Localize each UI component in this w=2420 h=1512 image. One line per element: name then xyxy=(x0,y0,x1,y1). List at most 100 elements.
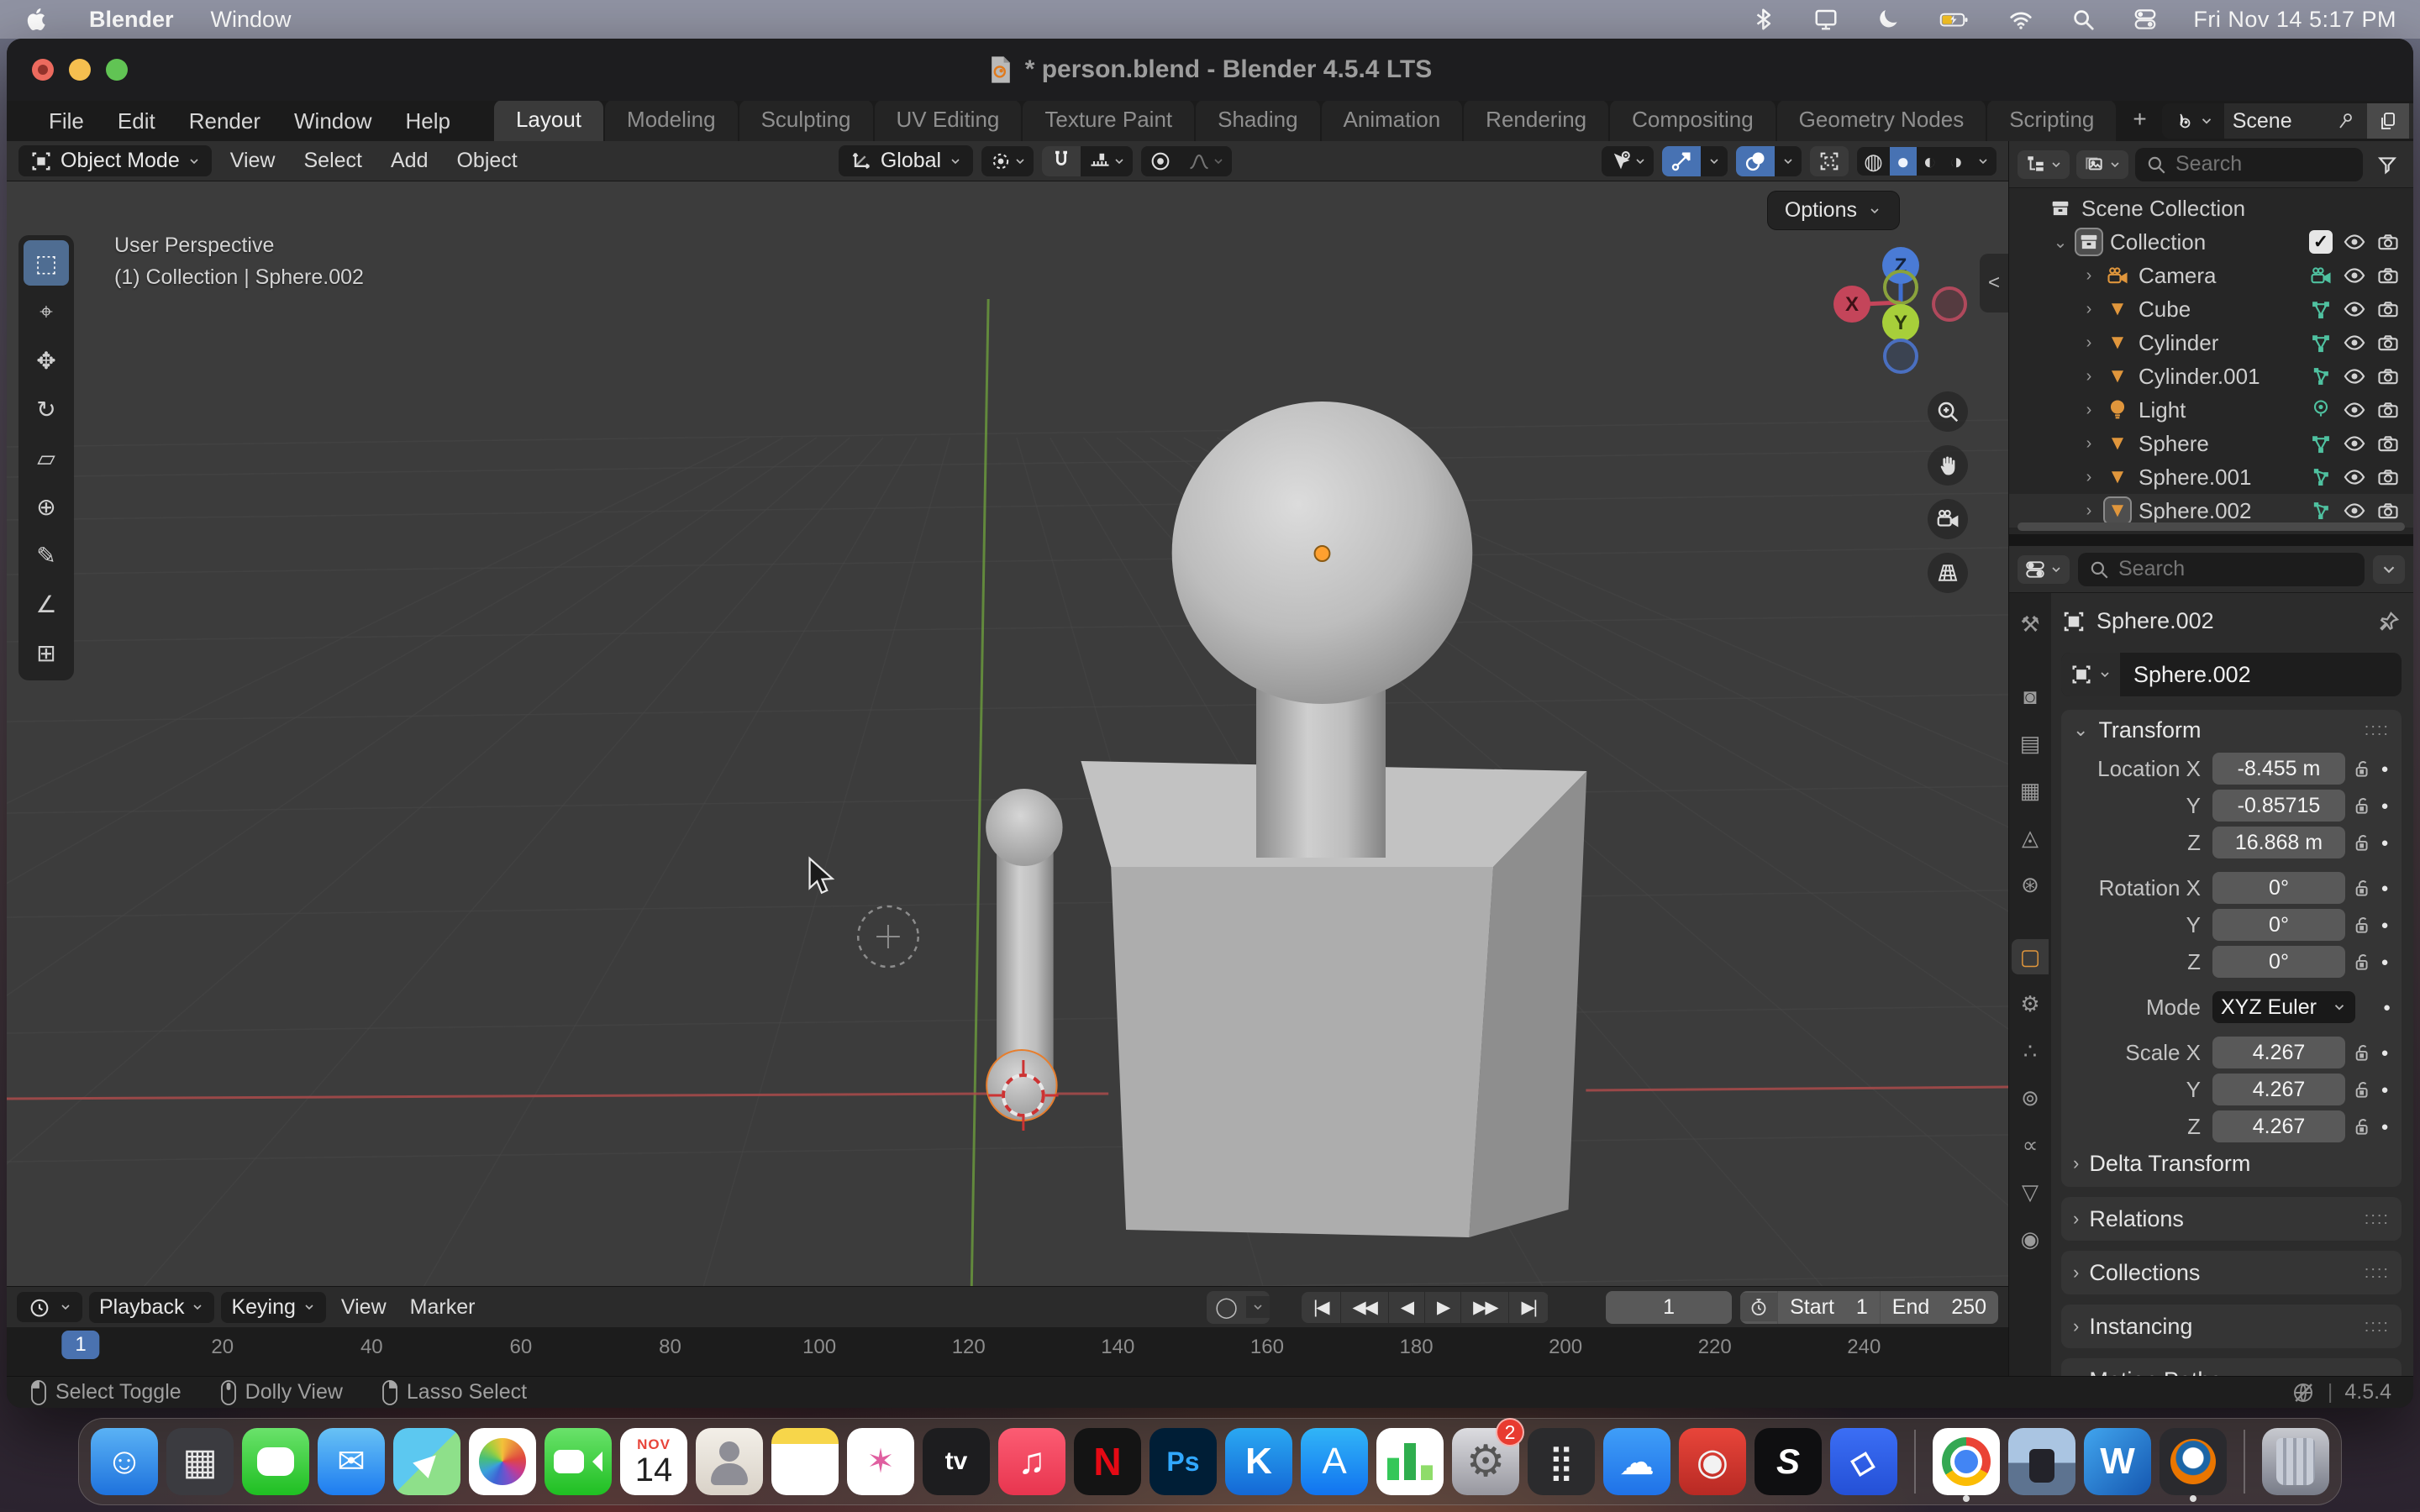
hide-in-viewport-icon[interactable] xyxy=(2338,365,2371,388)
lock-icon[interactable] xyxy=(2345,1116,2375,1137)
shading-rendered-button[interactable]: ◑ xyxy=(1943,147,1970,176)
tab-animation[interactable]: Animation xyxy=(1322,100,1463,141)
moon-icon[interactable] xyxy=(1874,7,1902,32)
play-button[interactable]: ▶ xyxy=(1425,1292,1461,1323)
dock-roblox-icon[interactable]: ◇ xyxy=(1830,1428,1897,1495)
properties-options-dropdown[interactable] xyxy=(2373,555,2405,584)
menubar-menu-window[interactable]: Window xyxy=(211,7,292,33)
playback-menu[interactable]: Playback xyxy=(89,1292,214,1323)
outliner-row-collection[interactable]: ⌄Collection✓ xyxy=(2009,225,2413,259)
tool-cursor[interactable]: ⌖ xyxy=(24,289,69,334)
object-type-dropdown[interactable] xyxy=(2061,653,2120,696)
lock-icon[interactable] xyxy=(2345,795,2375,816)
outliner-row-sphere-001[interactable]: ›▼Sphere.001 xyxy=(2009,460,2413,494)
dock-messages-icon[interactable] xyxy=(242,1428,309,1495)
battery-icon[interactable] xyxy=(1936,7,1973,32)
disable-in-renders-icon[interactable] xyxy=(2371,331,2405,354)
dock-netflix-icon[interactable]: N xyxy=(1074,1428,1141,1495)
scale-value-field[interactable]: 4.267 xyxy=(2212,1110,2345,1142)
tab-modifiers[interactable]: ⚙ xyxy=(2012,986,2049,1021)
play-reverse-button[interactable]: ◀ xyxy=(1389,1292,1425,1323)
tab-scene[interactable]: ◬ xyxy=(2012,820,2049,855)
minimize-window-button[interactable] xyxy=(69,59,91,81)
hide-in-viewport-icon[interactable] xyxy=(2338,331,2371,354)
tab-output[interactable]: ▤ xyxy=(2012,726,2049,761)
outliner-row-cylinder-001[interactable]: ›▼Cylinder.001 xyxy=(2009,360,2413,393)
location-value-field[interactable]: 16.868 m xyxy=(2212,827,2345,858)
ortho-grid-icon[interactable] xyxy=(1928,553,1968,593)
outliner-row-cylinder[interactable]: ›▼Cylinder xyxy=(2009,326,2413,360)
delta-transform-header[interactable]: › Delta Transform xyxy=(2061,1145,2402,1182)
dock-contacts-icon[interactable] xyxy=(696,1428,763,1495)
disable-in-renders-icon[interactable] xyxy=(2371,365,2405,388)
shading-material-button[interactable]: ◐ xyxy=(1917,147,1944,176)
animate-dot[interactable]: ● xyxy=(2375,762,2395,776)
editor-type-dropdown[interactable] xyxy=(17,1292,82,1322)
viewport-menu-object[interactable]: Object xyxy=(446,145,527,176)
sidebar-collapse-arrow[interactable]: < xyxy=(1980,254,2008,312)
outliner-row-sphere[interactable]: ›▼Sphere xyxy=(2009,427,2413,460)
viewport-canvas[interactable]: User Perspective (1) Collection | Sphere… xyxy=(7,181,2008,1286)
dock-notes-icon[interactable] xyxy=(771,1428,839,1495)
display-mode-dropdown[interactable] xyxy=(2018,150,2070,179)
location-value-field[interactable]: -8.455 m xyxy=(2212,753,2345,785)
xray-toggle[interactable] xyxy=(1810,146,1849,176)
disable-in-renders-icon[interactable] xyxy=(2371,230,2405,254)
tool-transform[interactable]: ⊕ xyxy=(24,484,69,529)
filter-type-dropdown[interactable] xyxy=(2076,150,2128,179)
tab-uv-editing[interactable]: UV Editing xyxy=(875,100,1022,141)
dock-numbers-icon[interactable] xyxy=(1376,1428,1444,1495)
hide-in-viewport-icon[interactable] xyxy=(2338,264,2371,287)
tab-view-layer[interactable]: ▦ xyxy=(2012,773,2049,808)
timeline-view-menu[interactable]: View xyxy=(333,1292,395,1323)
new-scene-button[interactable] xyxy=(2367,103,2409,139)
rotation-mode-dropdown[interactable]: XYZ Euler xyxy=(2212,991,2355,1023)
proportional-editing-toggle[interactable] xyxy=(1141,146,1180,176)
search-icon[interactable] xyxy=(2069,7,2097,32)
falloff-dropdown[interactable] xyxy=(1180,146,1232,176)
tab-tool[interactable]: ⚒ xyxy=(2012,606,2049,642)
pivot-dropdown[interactable] xyxy=(981,146,1034,176)
zoom-icon[interactable] xyxy=(1928,391,1968,432)
location-value-field[interactable]: -0.85715 xyxy=(2212,790,2345,822)
disable-in-renders-icon[interactable] xyxy=(2371,297,2405,321)
snap-settings-dropdown[interactable] xyxy=(1081,146,1133,176)
topbar-menu-edit[interactable]: Edit xyxy=(104,105,169,138)
dock-photobooth-icon[interactable]: ◉ xyxy=(1679,1428,1746,1495)
display-icon[interactable] xyxy=(1812,7,1840,32)
transform-panel-header[interactable]: ⌄ Transform :::: xyxy=(2061,710,2402,750)
scale-value-field[interactable]: 4.267 xyxy=(2212,1037,2345,1068)
tab-compositing[interactable]: Compositing xyxy=(1610,100,1776,141)
tab-rendering[interactable]: Rendering xyxy=(1464,100,1608,141)
collection-checkbox[interactable]: ✓ xyxy=(2309,230,2333,254)
panel-instancing[interactable]: ›Instancing:::: xyxy=(2061,1305,2402,1348)
outliner-row-light[interactable]: ›Light xyxy=(2009,393,2413,427)
add-workspace-button[interactable]: + xyxy=(2118,99,2161,141)
pin-icon[interactable] xyxy=(2376,609,2402,634)
zoom-window-button[interactable] xyxy=(106,59,128,81)
tool-move[interactable]: ✥ xyxy=(24,338,69,383)
show-overlays-toggle[interactable] xyxy=(1736,146,1775,176)
dock-photoshop-icon[interactable]: Ps xyxy=(1150,1428,1217,1495)
keying-menu[interactable]: Keying xyxy=(221,1292,325,1323)
stopwatch-icon[interactable] xyxy=(1740,1293,1777,1321)
timeline-marker-menu[interactable]: Marker xyxy=(402,1292,484,1323)
filter-funnel-icon[interactable] xyxy=(2370,150,2405,179)
wifi-icon[interactable] xyxy=(2007,7,2035,32)
rotation-value-field[interactable]: 0° xyxy=(2212,872,2345,904)
prev-keyframe-button[interactable]: ◀◀ xyxy=(1341,1292,1389,1323)
hand-icon[interactable] xyxy=(1928,445,1968,486)
end-frame-field[interactable]: End250 xyxy=(1880,1291,1998,1324)
mode-dropdown[interactable]: Object Mode xyxy=(18,145,212,176)
next-keyframe-button[interactable]: ▶▶ xyxy=(1461,1292,1509,1323)
shading-wireframe-button[interactable]: ◍ xyxy=(1857,147,1890,176)
outliner-row-cube[interactable]: ›▼Cube xyxy=(2009,292,2413,326)
dock-keynote-icon[interactable]: K xyxy=(1225,1428,1292,1495)
start-frame-field[interactable]: Start1 xyxy=(1777,1291,1880,1324)
rotation-value-field[interactable]: 0° xyxy=(2212,909,2345,941)
jump-to-end-button[interactable]: ▶| xyxy=(1509,1292,1549,1323)
animate-dot[interactable]: ● xyxy=(2375,1083,2395,1097)
outliner-scrollbar[interactable] xyxy=(2018,522,2405,531)
properties-search-input[interactable]: Search xyxy=(2078,553,2365,586)
options-button[interactable]: Options xyxy=(1768,192,1899,229)
